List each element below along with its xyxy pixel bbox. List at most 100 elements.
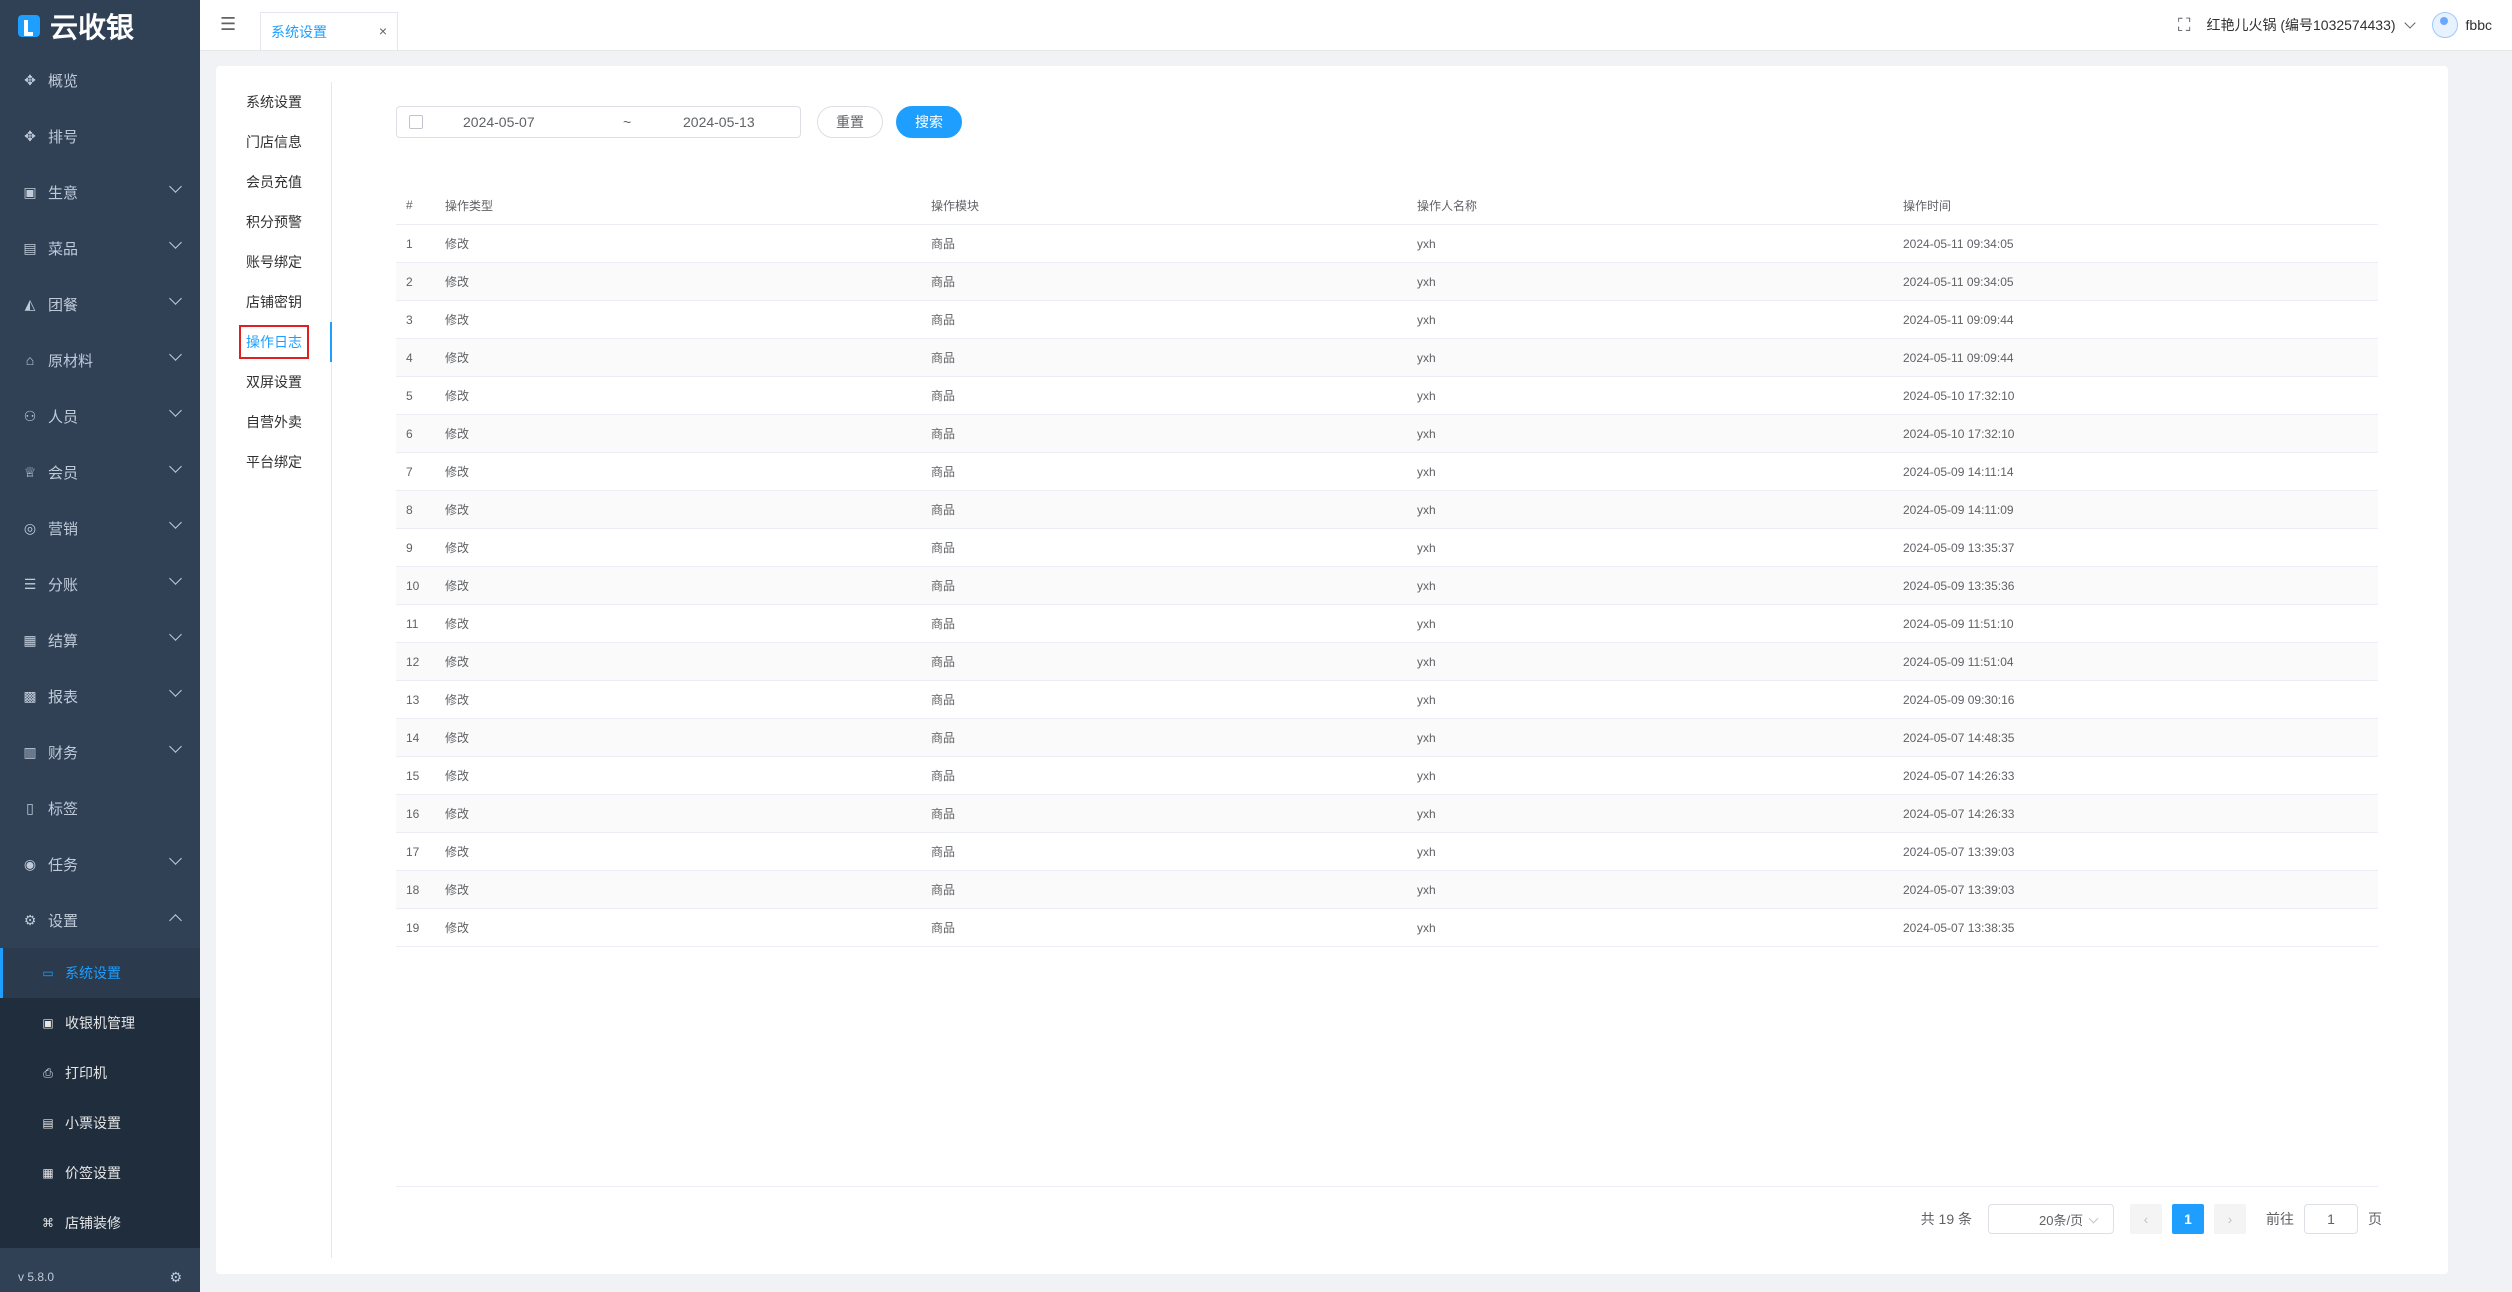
app-logo[interactable]: 云收银 [0,0,200,52]
monitor-icon: ▭ [42,966,54,980]
chevron-down-icon [169,852,182,865]
sidebar-item-label: 排号 [48,128,79,146]
sidebar-item-14[interactable]: ◉ 任务 [0,836,200,892]
cell-operation-time: 2024-05-11 09:09:44 [1893,338,2378,377]
cell-operation-time: 2024-05-09 14:11:14 [1893,452,2378,491]
start-date-input[interactable]: 2024-05-07 [463,114,623,130]
gear-icon[interactable]: ⚙ [169,1269,182,1286]
settings-nav-item-2[interactable]: 会员充值 [216,162,331,202]
chevron-down-icon [169,180,182,193]
chevron-down-icon [169,684,182,697]
sidebar-item-6[interactable]: ⚇ 人员 [0,388,200,444]
sidebar-subitem-4[interactable]: ▦ 价签设置 [0,1148,200,1198]
menu-toggle-icon[interactable]: ☰ [220,14,236,35]
cell-index: 16 [396,794,435,833]
date-range-picker[interactable]: 2024-05-07 ~ 2024-05-13 [396,106,801,138]
sidebar-item-13[interactable]: ▯ 标签 [0,780,200,836]
chevron-down-icon [169,292,182,305]
page-number-current[interactable]: 1 [2172,1204,2204,1234]
settings-nav-item-9[interactable]: 平台绑定 [216,442,331,482]
sidebar-subitem-2[interactable]: ⎙ 打印机 [0,1048,200,1098]
cell-index: 11 [396,604,435,643]
cell-operation-module: 商品 [921,224,1407,263]
price-tag-icon: ▦ [42,1166,54,1180]
settings-nav-item-3[interactable]: 积分预警 [216,202,331,242]
chevron-down-icon [169,236,182,249]
cell-index: 3 [396,300,435,339]
settings-nav-item-0[interactable]: 系统设置 [216,82,331,122]
sidebar-item-label: 分账 [48,576,79,594]
chevron-down-icon[interactable] [2403,17,2416,29]
cell-index: 17 [396,832,435,871]
table-row: 10 修改 商品 yxh 2024-05-09 13:35:36 [396,566,2378,605]
sidebar-item-7[interactable]: ♕ 会员 [0,444,200,500]
goto-label: 前往 [2266,1211,2294,1227]
pagination: 共 19 条 20条/页 ‹ 1 › 前往 1 页 [1921,1203,2382,1235]
header-operator-name: 操作人名称 [1407,186,1893,225]
settings-submenu: ▭ 系统设置 ▣ 收银机管理 ⎙ 打印机 ▤ 小票设置 ▦ 价签设置 ⌘ 店铺装修 [0,948,200,1248]
sidebar-subitem-label: 店铺装修 [65,1215,121,1231]
cell-index: 1 [396,224,435,263]
sidebar-item-12[interactable]: ▥ 财务 [0,724,200,780]
sidebar-item-5[interactable]: ⌂ 原材料 [0,332,200,388]
cell-operation-module: 商品 [921,680,1407,719]
sidebar-item-2[interactable]: ▣ 生意 [0,164,200,220]
user-name[interactable]: fbbc [2466,17,2492,33]
search-button[interactable]: 搜索 [896,106,962,138]
end-date-input[interactable]: 2024-05-13 [683,114,755,130]
cell-index: 6 [396,414,435,453]
report-icon: ▩ [23,687,37,704]
goto-page-input[interactable]: 1 [2304,1204,2358,1234]
sidebar-item-11[interactable]: ▩ 报表 [0,668,200,724]
cell-operation-type: 修改 [435,870,921,909]
sidebar-item-3[interactable]: ▤ 菜品 [0,220,200,276]
table-row: 19 修改 商品 yxh 2024-05-07 13:38:35 [396,908,2378,947]
store-selector[interactable]: 红艳儿火锅 (编号1032574433) [2206,15,2395,35]
sidebar-item-1[interactable]: ✥ 排号 [0,108,200,164]
sidebar-item-15[interactable]: ⚙ 设置 [0,892,200,948]
sidebar: 云收银 ✥ 概览 ✥ 排号 ▣ 生意 ▤ 菜品 ◭ 团餐 ⌂ 原材料 ⚇ 人员 ♕ 会员 ◎ 营销 ☰ 分账 ▦ 结算 ▩ 报… [0,0,200,1292]
sidebar-item-8[interactable]: ◎ 营销 [0,500,200,556]
cell-operation-module: 商品 [921,528,1407,567]
sidebar-subitem-1[interactable]: ▣ 收银机管理 [0,998,200,1048]
reset-button[interactable]: 重置 [817,106,883,138]
sidebar-subitem-0[interactable]: ▭ 系统设置 [0,948,200,998]
close-icon[interactable]: × [379,23,387,39]
settings-nav-label: 门店信息 [246,134,302,150]
sidebar-item-label: 生意 [48,184,79,202]
settings-nav-label: 会员充值 [246,174,302,190]
table-body: 1 修改 商品 yxh 2024-05-11 09:34:05 2 修改 商品 yxh 2024-… [396,224,2378,947]
cell-operator-name: yxh [1407,376,1893,415]
table-row: 13 修改 商品 yxh 2024-05-09 09:30:16 [396,680,2378,719]
sidebar-item-label: 原材料 [48,352,94,370]
sidebar-subitem-label: 价签设置 [65,1165,121,1181]
chevron-down-icon [169,516,182,529]
sidebar-item-9[interactable]: ☰ 分账 [0,556,200,612]
settings-nav-item-6[interactable]: 操作日志 [216,322,332,362]
settings-nav-item-8[interactable]: 自营外卖 [216,402,331,442]
sidebar-item-0[interactable]: ✥ 概览 [0,52,200,108]
cell-operation-type: 修改 [435,604,921,643]
sidebar-item-4[interactable]: ◭ 团餐 [0,276,200,332]
page-size-select[interactable]: 20条/页 [1988,1204,2114,1234]
sidebar-subitem-3[interactable]: ▤ 小票设置 [0,1098,200,1148]
sidebar-subitem-5[interactable]: ⌘ 店铺装修 [0,1198,200,1248]
tab-system-settings[interactable]: 系统设置 × [260,12,398,50]
cell-operation-type: 修改 [435,300,921,339]
settings-nav-item-4[interactable]: 账号绑定 [216,242,331,282]
settings-nav-item-1[interactable]: 门店信息 [216,122,331,162]
printer-icon: ⎙ [43,1065,53,1080]
tag-icon: ▯ [26,799,34,816]
chevron-down-icon [2088,1213,2099,1224]
settings-nav-item-7[interactable]: 双屏设置 [216,362,331,402]
prev-page-button[interactable]: ‹ [2130,1204,2162,1234]
table-row: 14 修改 商品 yxh 2024-05-07 14:48:35 [396,718,2378,757]
settings-nav-item-5[interactable]: 店铺密钥 [216,282,331,322]
header-operation-type: 操作类型 [435,186,921,225]
task-icon: ◉ [23,855,37,872]
sidebar-item-10[interactable]: ▦ 结算 [0,612,200,668]
avatar[interactable] [2431,12,2458,38]
next-page-button[interactable]: › [2214,1204,2246,1234]
fullscreen-icon[interactable]: ⛶ [2178,15,2191,36]
sidebar-menu: ✥ 概览 ✥ 排号 ▣ 生意 ▤ 菜品 ◭ 团餐 ⌂ 原材料 ⚇ 人员 ♕ 会员 ◎ 营销 ☰ 分账 ▦ 结算 ▩ 报表 ▥ 财务… [0,52,200,1248]
